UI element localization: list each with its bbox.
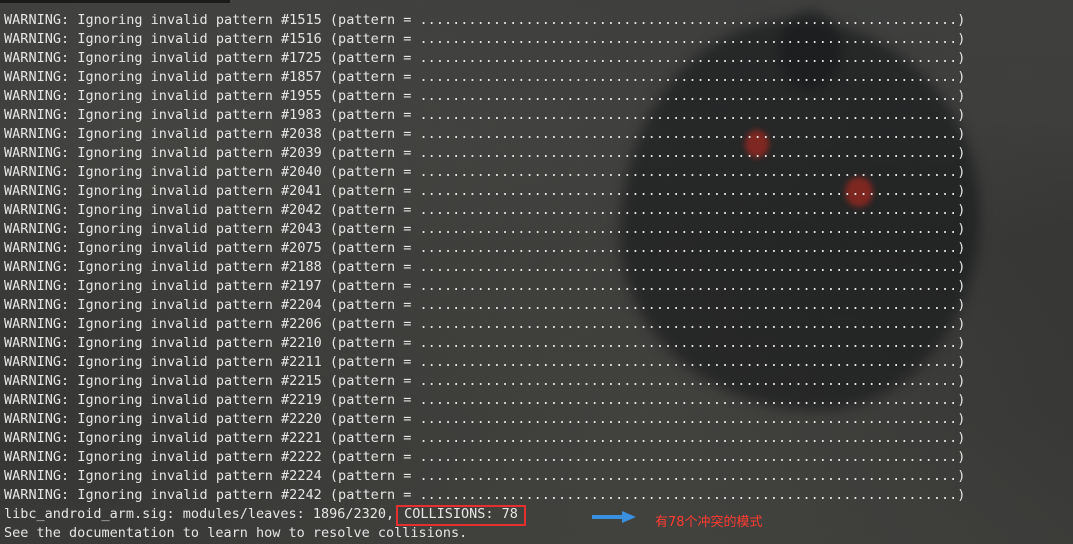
warning-line: WARNING: Ignoring invalid pattern #2040 … — [4, 164, 966, 180]
warning-line: WARNING: Ignoring invalid pattern #2215 … — [4, 373, 966, 389]
warning-line: WARNING: Ignoring invalid pattern #1857 … — [4, 69, 966, 85]
warning-line: WARNING: Ignoring invalid pattern #2219 … — [4, 392, 966, 408]
warning-line: WARNING: Ignoring invalid pattern #2041 … — [4, 183, 966, 199]
collisions-highlight-box: COLLISIONS: 78 — [396, 505, 526, 526]
summary-line: libc_android_arm.sig: modules/leaves: 18… — [4, 505, 526, 526]
terminal-window[interactable]: WARNING: Ignoring invalid pattern #1515 … — [0, 0, 1073, 544]
warning-line: WARNING: Ignoring invalid pattern #2042 … — [4, 202, 966, 218]
warning-line: WARNING: Ignoring invalid pattern #2188 … — [4, 259, 966, 275]
summary-text: libc_android_arm.sig: modules/leaves: 18… — [4, 506, 395, 522]
annotation-arrow-icon — [592, 511, 636, 523]
warning-line: WARNING: Ignoring invalid pattern #2204 … — [4, 297, 966, 313]
collisions-count: COLLISIONS: 78 — [404, 506, 518, 522]
warning-line: WARNING: Ignoring invalid pattern #2224 … — [4, 468, 966, 484]
warning-line: WARNING: Ignoring invalid pattern #2211 … — [4, 354, 966, 370]
documentation-line: See the documentation to learn how to re… — [4, 525, 468, 541]
warning-line: WARNING: Ignoring invalid pattern #2242 … — [4, 487, 966, 503]
warning-line: WARNING: Ignoring invalid pattern #1983 … — [4, 107, 966, 123]
warning-line: WARNING: Ignoring invalid pattern #1516 … — [4, 31, 966, 47]
terminal-summary: libc_android_arm.sig: modules/leaves: 18… — [4, 505, 526, 543]
warning-line: WARNING: Ignoring invalid pattern #1955 … — [4, 88, 966, 104]
terminal-tab-strip — [0, 0, 230, 3]
warning-line: WARNING: Ignoring invalid pattern #2043 … — [4, 221, 966, 237]
warning-line: WARNING: Ignoring invalid pattern #2197 … — [4, 278, 966, 294]
warning-line: WARNING: Ignoring invalid pattern #2220 … — [4, 411, 966, 427]
warning-line: WARNING: Ignoring invalid pattern #2038 … — [4, 126, 966, 142]
warning-line: WARNING: Ignoring invalid pattern #1515 … — [4, 12, 966, 28]
warning-line: WARNING: Ignoring invalid pattern #2039 … — [4, 145, 966, 161]
warning-line: WARNING: Ignoring invalid pattern #2206 … — [4, 316, 966, 332]
warning-line: WARNING: Ignoring invalid pattern #2210 … — [4, 335, 966, 351]
annotation-note: 有78个冲突的模式 — [655, 515, 763, 530]
terminal-output: WARNING: Ignoring invalid pattern #1515 … — [4, 11, 965, 505]
warning-line: WARNING: Ignoring invalid pattern #2222 … — [4, 449, 966, 465]
warning-line: WARNING: Ignoring invalid pattern #2221 … — [4, 430, 966, 446]
warning-line: WARNING: Ignoring invalid pattern #2075 … — [4, 240, 966, 256]
warning-line: WARNING: Ignoring invalid pattern #1725 … — [4, 50, 966, 66]
